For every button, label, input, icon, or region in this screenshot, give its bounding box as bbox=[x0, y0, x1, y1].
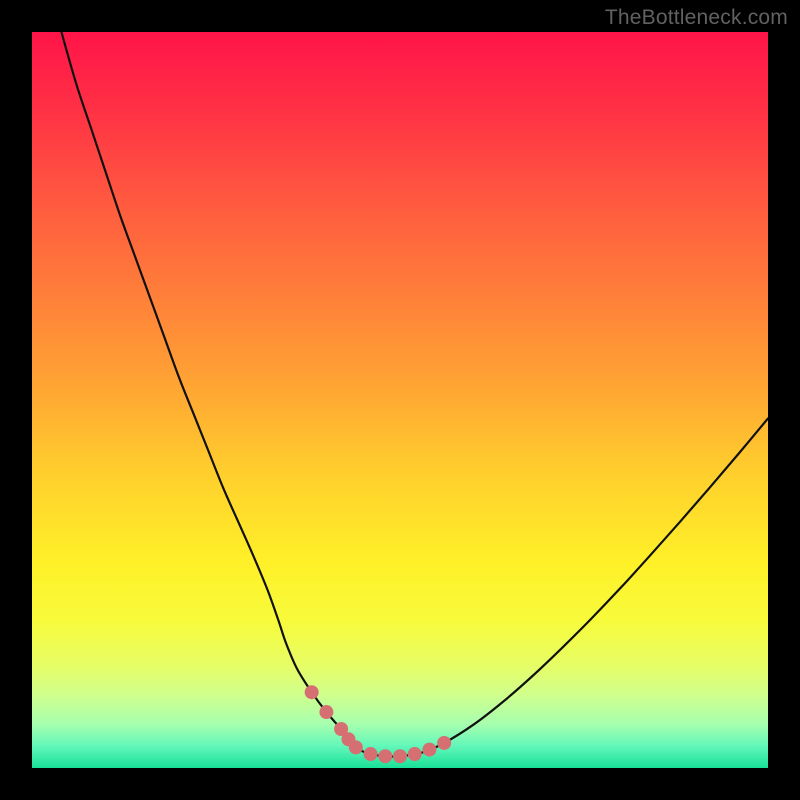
highlight-point bbox=[408, 747, 422, 761]
highlight-point bbox=[393, 749, 407, 763]
highlight-point bbox=[349, 740, 363, 754]
curve-layer bbox=[32, 32, 768, 768]
bottleneck-curve-line bbox=[61, 32, 768, 757]
watermark-text: TheBottleneck.com bbox=[605, 6, 788, 30]
highlight-point bbox=[319, 705, 333, 719]
highlight-point bbox=[422, 743, 436, 757]
highlight-point bbox=[437, 736, 451, 750]
chart-frame: TheBottleneck.com bbox=[0, 0, 800, 800]
highlight-point bbox=[364, 747, 378, 761]
highlight-point bbox=[305, 685, 319, 699]
highlight-markers bbox=[305, 685, 451, 763]
plot-area bbox=[32, 32, 768, 768]
highlight-point bbox=[378, 749, 392, 763]
